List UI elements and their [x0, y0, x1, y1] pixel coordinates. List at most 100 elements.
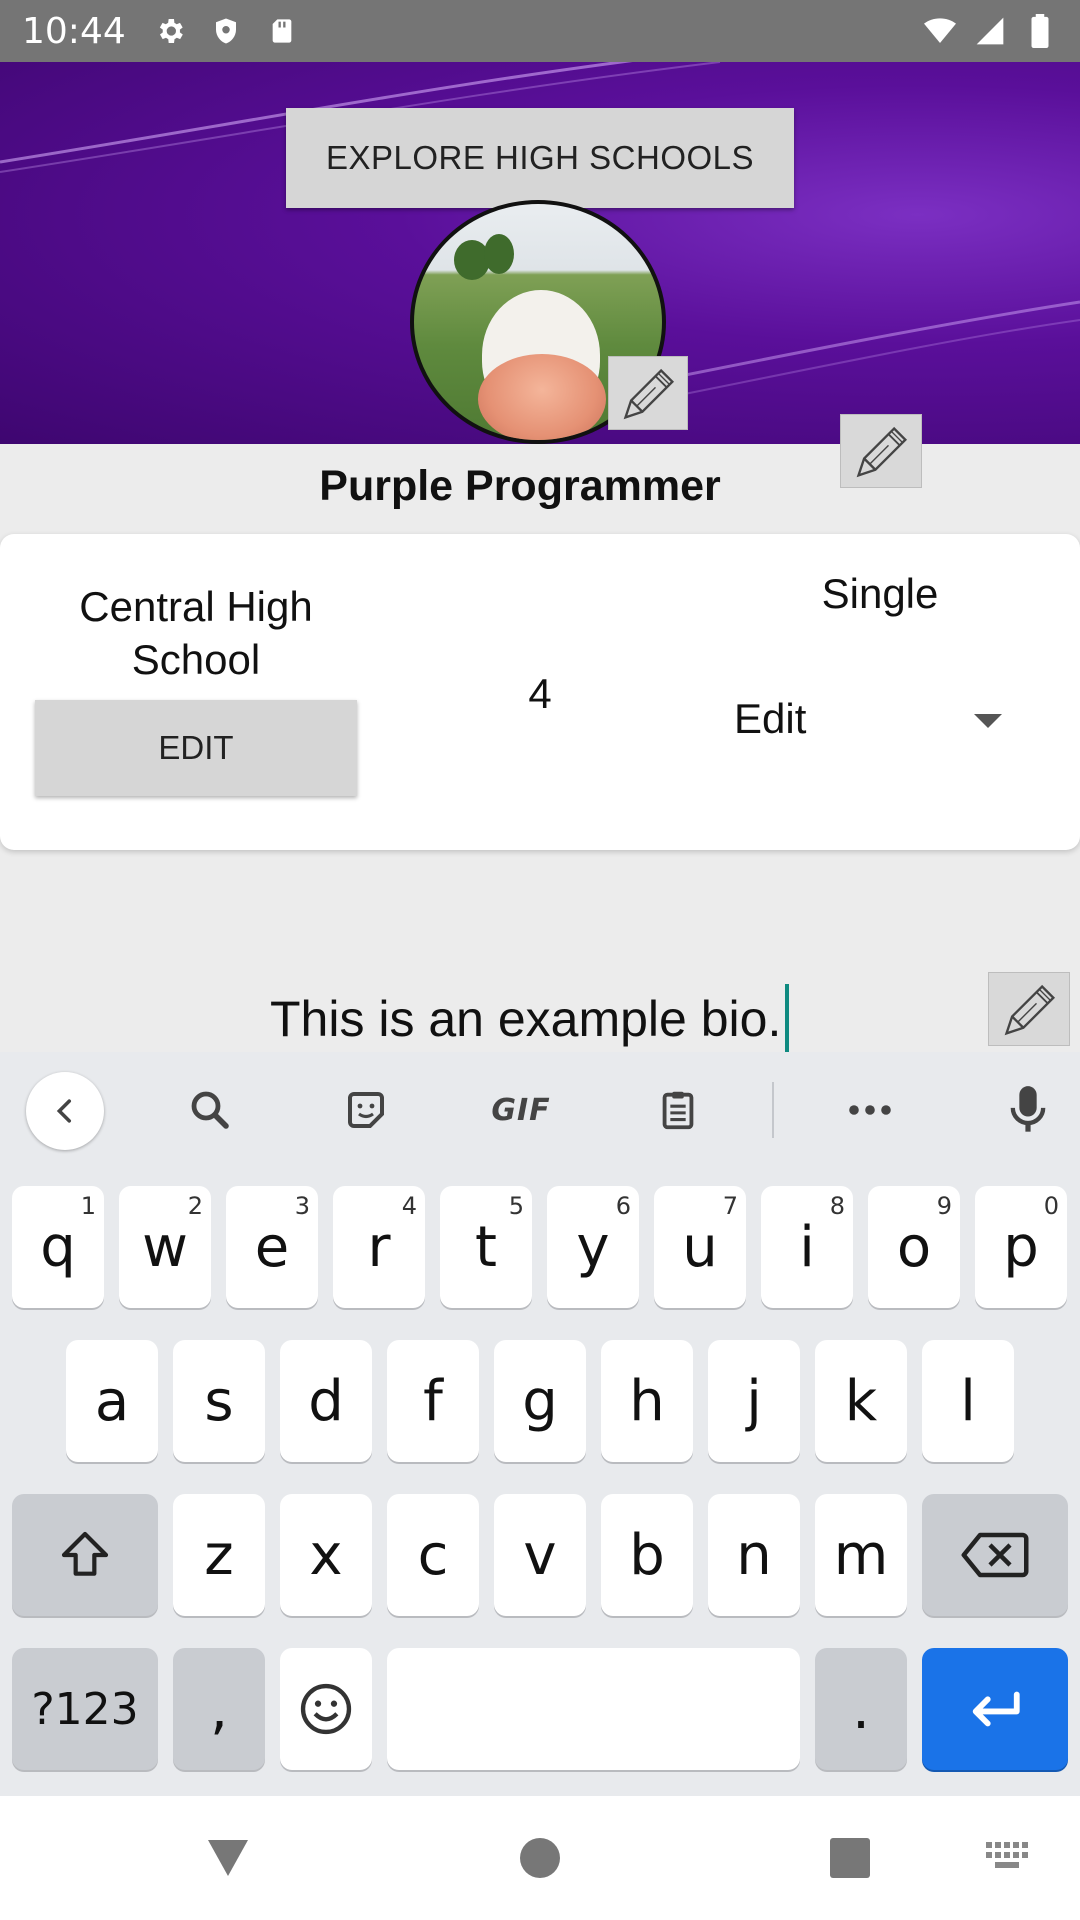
key-q[interactable]: q1 — [12, 1186, 104, 1308]
sticker-icon[interactable] — [334, 1078, 398, 1142]
enter-key[interactable] — [922, 1648, 1068, 1770]
more-icon[interactable] — [838, 1078, 902, 1142]
period-key[interactable]: . — [815, 1648, 907, 1770]
key-hint: 7 — [722, 1192, 738, 1220]
key-p[interactable]: p0 — [975, 1186, 1067, 1308]
backspace-key[interactable] — [922, 1494, 1068, 1616]
mic-icon[interactable] — [996, 1078, 1060, 1142]
text-cursor — [785, 984, 790, 1054]
home-circle-icon[interactable] — [516, 1834, 564, 1882]
key-hint: 4 — [401, 1192, 417, 1220]
explore-high-schools-button[interactable]: EXPLORE HIGH SCHOOLS — [286, 108, 794, 208]
key-hint: 6 — [615, 1192, 631, 1220]
recents-square-icon[interactable] — [826, 1834, 874, 1882]
edit-bio-pencil-icon[interactable] — [988, 972, 1070, 1046]
bio-text: This is an example bio. — [270, 991, 782, 1047]
key-hint: 3 — [294, 1192, 310, 1220]
profile-banner: EXPLORE HIGH SCHOOLS — [0, 62, 1080, 444]
key-label: e — [254, 1214, 290, 1280]
chevron-down-icon — [974, 714, 1002, 728]
key-s[interactable]: s — [173, 1340, 265, 1462]
relationship-status: Single — [821, 570, 939, 617]
key-b[interactable]: b — [601, 1494, 693, 1616]
tree-shape — [484, 234, 514, 274]
key-label: y — [576, 1214, 610, 1280]
key-u[interactable]: u7 — [654, 1186, 746, 1308]
key-label: o — [896, 1214, 932, 1280]
key-d[interactable]: d — [280, 1340, 372, 1462]
status-dropdown[interactable]: Edit — [710, 684, 1030, 754]
key-t[interactable]: t5 — [440, 1186, 532, 1308]
status-dropdown-value: Edit — [734, 695, 807, 742]
key-label: r — [367, 1214, 391, 1280]
key-label: p — [1003, 1214, 1039, 1280]
duck-bill-shape — [478, 354, 606, 440]
comma-key[interactable]: , — [173, 1648, 265, 1770]
shield-icon — [208, 13, 244, 49]
key-hint: 5 — [508, 1192, 524, 1220]
sd-card-icon — [264, 13, 300, 49]
symbols-key[interactable]: ?123 — [12, 1648, 158, 1770]
profile-info-card: Central High School EDIT 4 Single Edit — [0, 534, 1080, 850]
wifi-icon — [922, 13, 958, 49]
shift-arrow-icon — [61, 1531, 109, 1576]
battery-icon — [1022, 13, 1058, 49]
shift-key[interactable] — [12, 1494, 158, 1616]
emoji-icon — [300, 1683, 352, 1735]
key-n[interactable]: n — [708, 1494, 800, 1616]
toolbar-separator — [772, 1082, 774, 1138]
key-hint: 0 — [1043, 1192, 1059, 1220]
key-label: u — [682, 1214, 718, 1280]
key-label: t — [475, 1214, 497, 1280]
key-f[interactable]: f — [387, 1340, 479, 1462]
gear-icon — [152, 13, 188, 49]
key-label: w — [142, 1214, 188, 1280]
key-hint: 9 — [936, 1192, 952, 1220]
key-a[interactable]: a — [66, 1340, 158, 1462]
key-label: i — [799, 1214, 815, 1280]
school-name: Central High School — [79, 583, 313, 683]
keyboard-switch-icon[interactable] — [984, 1838, 1032, 1878]
edit-school-button[interactable]: EDIT — [35, 700, 357, 796]
status-bar: 10:44 — [0, 0, 1080, 62]
key-j[interactable]: j — [708, 1340, 800, 1462]
backspace-icon — [961, 1532, 1029, 1578]
enter-arrow-icon — [972, 1691, 1020, 1727]
key-x[interactable]: x — [280, 1494, 372, 1616]
key-z[interactable]: z — [173, 1494, 265, 1616]
emoji-key[interactable] — [280, 1648, 372, 1770]
key-i[interactable]: i8 — [761, 1186, 853, 1308]
key-h[interactable]: h — [601, 1340, 693, 1462]
keyboard-toolbar: GIF — [0, 1052, 1080, 1168]
key-l[interactable]: l — [922, 1340, 1014, 1462]
key-g[interactable]: g — [494, 1340, 586, 1462]
key-y[interactable]: y6 — [547, 1186, 639, 1308]
back-icon[interactable] — [26, 1072, 104, 1150]
key-e[interactable]: e3 — [226, 1186, 318, 1308]
navigation-bar — [0, 1796, 1080, 1920]
key-c[interactable]: c — [387, 1494, 479, 1616]
signal-icon — [972, 13, 1008, 49]
gif-icon[interactable]: GIF — [488, 1078, 554, 1142]
key-hint: 2 — [187, 1192, 203, 1220]
bio-input[interactable]: This is an example bio. — [270, 984, 790, 1054]
space-key[interactable] — [387, 1648, 800, 1770]
grade-value: 4 — [528, 670, 552, 717]
profile-name: Purple Programmer — [319, 462, 721, 510]
back-triangle-icon[interactable] — [204, 1834, 252, 1882]
key-label: q — [40, 1214, 76, 1280]
soft-keyboard: GIF q1 w2 e3 r4 t5 y6 u7 i8 o9 p0 a s d … — [0, 1052, 1080, 1796]
key-w[interactable]: w2 — [119, 1186, 211, 1308]
clipboard-icon[interactable] — [646, 1078, 710, 1142]
key-v[interactable]: v — [494, 1494, 586, 1616]
key-k[interactable]: k — [815, 1340, 907, 1462]
status-time: 10:44 — [22, 10, 126, 52]
gif-label: GIF — [491, 1092, 551, 1128]
key-m[interactable]: m — [815, 1494, 907, 1616]
key-r[interactable]: r4 — [333, 1186, 425, 1308]
key-hint: 8 — [829, 1192, 845, 1220]
search-icon[interactable] — [178, 1078, 242, 1142]
edit-avatar-pencil-icon[interactable] — [608, 356, 688, 430]
key-o[interactable]: o9 — [868, 1186, 960, 1308]
key-hint: 1 — [80, 1192, 96, 1220]
